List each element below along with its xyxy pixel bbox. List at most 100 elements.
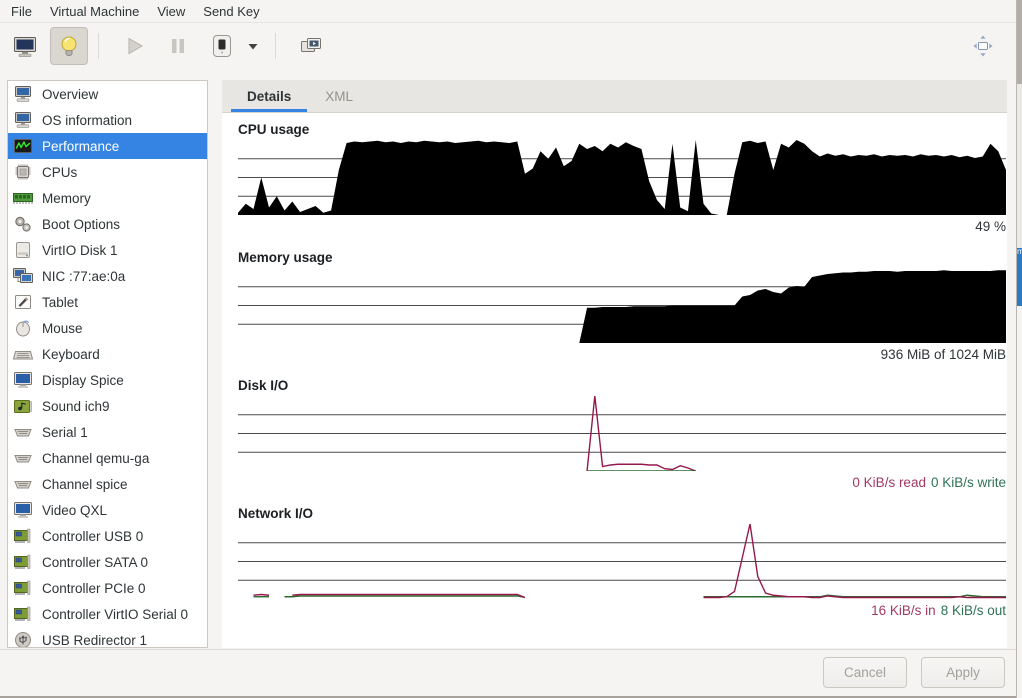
shutdown-menu-button[interactable] xyxy=(241,27,265,65)
tb-pause-icon xyxy=(164,32,192,60)
sidebar-item-virtio-disk-1[interactable]: VirtIO Disk 1 xyxy=(8,237,207,263)
sidebar-item-tablet[interactable]: Tablet xyxy=(8,289,207,315)
computer-icon xyxy=(12,111,34,129)
sliver-rest xyxy=(1017,306,1022,698)
sidebar-item-label: Display Spice xyxy=(42,373,124,388)
sidebar-item-serial-1[interactable]: Serial 1 xyxy=(8,419,207,445)
tb-caret-icon xyxy=(245,32,261,60)
run-button[interactable] xyxy=(115,27,153,65)
hardware-list: Overview OS information PerformanceCPUs Mem… xyxy=(7,80,208,648)
sidebar-item-controller-virtio-serial-0[interactable]: Controller VirtIO Serial 0 xyxy=(8,601,207,627)
disk-icon xyxy=(12,241,34,259)
sidebar-item-label: Memory xyxy=(42,191,91,206)
sound-icon xyxy=(12,397,34,415)
mouse-icon xyxy=(12,319,34,337)
sidebar-item-os-information[interactable]: OS information xyxy=(8,107,207,133)
tab-xml[interactable]: XML xyxy=(308,80,370,112)
toolbar-separator xyxy=(275,33,276,59)
performance-icon xyxy=(12,137,34,155)
network-title: Network I/O xyxy=(238,506,1006,524)
active-tab-underline xyxy=(231,109,307,112)
console-button[interactable] xyxy=(6,27,44,65)
disk-sparkline xyxy=(238,396,1006,471)
serial-icon xyxy=(12,475,34,493)
tb-console-icon xyxy=(11,32,39,60)
toolbar xyxy=(0,23,1016,68)
menu-send-key[interactable]: Send Key xyxy=(194,2,268,21)
sidebar-item-label: Video QXL xyxy=(42,503,107,518)
sidebar-item-keyboard[interactable]: Keyboard xyxy=(8,341,207,367)
details-button[interactable] xyxy=(50,27,88,65)
disk-value-part: 0 KiB/s read xyxy=(852,475,926,490)
tb-snapshots-icon xyxy=(297,32,325,60)
menu-file[interactable]: File xyxy=(2,2,41,21)
tablet-icon xyxy=(12,293,34,311)
sidebar-item-mouse[interactable]: Mouse xyxy=(8,315,207,341)
chart-memory: Memory usage936 MiB of 1024 MiB xyxy=(238,250,1006,364)
toolbar-separator xyxy=(98,33,99,59)
pause-button[interactable] xyxy=(159,27,197,65)
cpu-value-part: 49 % xyxy=(975,219,1006,234)
sidebar-item-label: Overview xyxy=(42,87,98,102)
sidebar-item-display-spice[interactable]: Display Spice xyxy=(8,367,207,393)
sidebar-item-performance[interactable]: Performance xyxy=(8,133,207,159)
tabstrip: Details XML xyxy=(222,80,1007,113)
sidebar-item-label: USB Redirector 1 xyxy=(42,633,147,648)
sidebar-item-label: Channel spice xyxy=(42,477,128,492)
network-current-value: 16 KiB/s in8 KiB/s out xyxy=(238,603,1006,620)
sidebar-item-label: Controller USB 0 xyxy=(42,529,143,544)
sidebar-item-label: OS information xyxy=(42,113,132,128)
display-icon xyxy=(12,501,34,519)
memory-current-value: 936 MiB of 1024 MiB xyxy=(238,347,1006,364)
sidebar-item-memory[interactable]: Memory xyxy=(8,185,207,211)
bottom-bar: Cancel Apply xyxy=(0,649,1016,696)
shutdown-button[interactable] xyxy=(203,27,241,65)
sidebar-item-nic-77-ae-0a[interactable]: NIC :77:ae:0a xyxy=(8,263,207,289)
cpu-current-value: 49 % xyxy=(238,219,1006,236)
sidebar-item-controller-usb-0[interactable]: Controller USB 0 xyxy=(8,523,207,549)
sidebar-item-cpus[interactable]: CPUs xyxy=(8,159,207,185)
sidebar-item-video-qxl[interactable]: Video QXL xyxy=(8,497,207,523)
sidebar-item-usb-redirector-1[interactable]: USB Redirector 1 xyxy=(8,627,207,648)
menu-view[interactable]: View xyxy=(148,2,194,21)
chart-network: Network I/O 16 KiB/s in8 KiB/s out xyxy=(238,506,1006,620)
gears-icon xyxy=(12,215,34,233)
tab-label: XML xyxy=(325,89,353,104)
cpu-title: CPU usage xyxy=(238,122,1006,140)
tb-fullscreen-icon xyxy=(969,32,997,60)
memory-sparkline xyxy=(238,268,1006,343)
sidebar-item-sound-ich9[interactable]: Sound ich9 xyxy=(8,393,207,419)
sidebar-item-label: VirtIO Disk 1 xyxy=(42,243,118,258)
sidebar-item-label: Controller VirtIO Serial 0 xyxy=(42,607,188,622)
cpu-sparkline xyxy=(238,140,1006,215)
cancel-button[interactable]: Cancel xyxy=(823,657,907,688)
sidebar-item-controller-pcie-0[interactable]: Controller PCIe 0 xyxy=(8,575,207,601)
keyboard-icon xyxy=(12,345,34,363)
memory-icon xyxy=(12,189,34,207)
sliver-blue-selection: m xyxy=(1017,248,1022,306)
details-panel: Details XML CPU usage 49 % Memory usage936 … xyxy=(222,80,1007,648)
sidebar-item-label: Channel qemu-ga xyxy=(42,451,149,466)
network-icon xyxy=(12,267,34,285)
pcicard-icon xyxy=(12,527,34,545)
network-sparkline xyxy=(238,524,1006,599)
sidebar-item-label: NIC :77:ae:0a xyxy=(42,269,125,284)
disk-title: Disk I/O xyxy=(238,378,1006,396)
menu-virtual-machine[interactable]: Virtual Machine xyxy=(41,2,148,21)
menubar: FileVirtual MachineViewSend Key xyxy=(0,0,1016,23)
sidebar-item-channel-spice[interactable]: Channel spice xyxy=(8,471,207,497)
usb-icon xyxy=(12,631,34,648)
sliver-light xyxy=(1017,84,1022,248)
serial-icon xyxy=(12,449,34,467)
computer-icon xyxy=(12,85,34,103)
snapshots-button[interactable] xyxy=(292,27,330,65)
sidebar-item-overview[interactable]: Overview xyxy=(8,81,207,107)
tab-details[interactable]: Details xyxy=(230,80,308,112)
sidebar-item-boot-options[interactable]: Boot Options xyxy=(8,211,207,237)
sidebar-item-channel-qemu-ga[interactable]: Channel qemu-ga xyxy=(8,445,207,471)
apply-button[interactable]: Apply xyxy=(921,657,1005,688)
sidebar-item-controller-sata-0[interactable]: Controller SATA 0 xyxy=(8,549,207,575)
fullscreen-button[interactable] xyxy=(964,27,1002,65)
memory-value-part: 936 MiB of 1024 MiB xyxy=(881,347,1006,362)
chart-disk: Disk I/O0 KiB/s read0 KiB/s write xyxy=(238,378,1006,492)
